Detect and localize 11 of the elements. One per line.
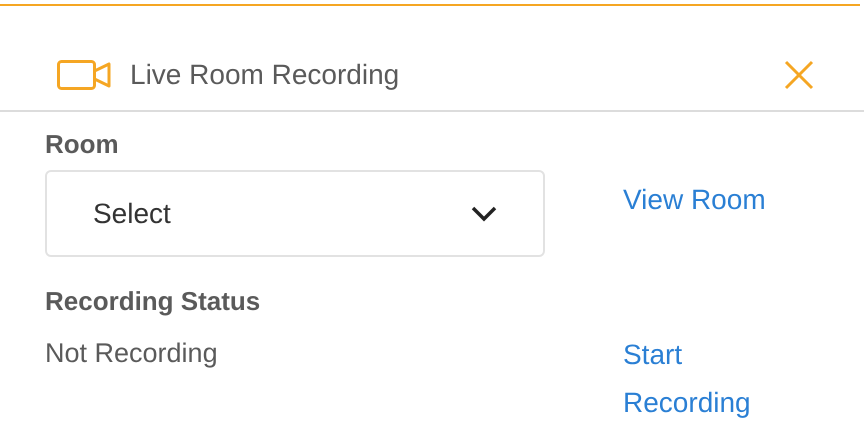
- video-camera-icon: [57, 60, 111, 90]
- panel-title: Live Room Recording: [130, 58, 400, 92]
- close-icon: [784, 60, 814, 90]
- view-room-link[interactable]: View Room: [623, 184, 766, 215]
- recording-status-value: Not Recording: [45, 337, 219, 370]
- start-recording-link[interactable]: Start Recording: [623, 331, 793, 427]
- close-button[interactable]: [782, 58, 816, 92]
- room-label: Room: [45, 128, 120, 161]
- recording-status-label: Recording Status: [45, 285, 262, 318]
- room-select[interactable]: Select: [45, 170, 545, 257]
- chevron-down-icon: [471, 206, 497, 222]
